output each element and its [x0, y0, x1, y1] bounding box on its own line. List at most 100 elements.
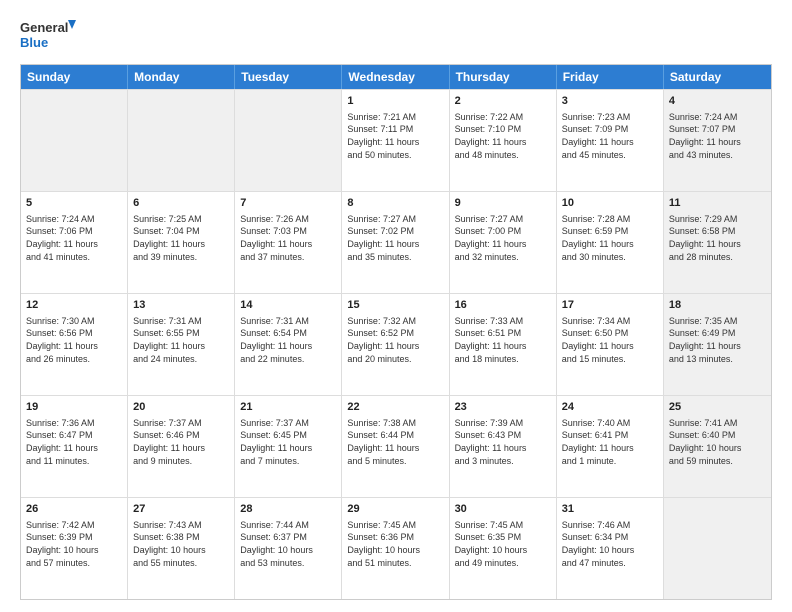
day-cell-empty-0-0	[21, 90, 128, 191]
day-number: 10	[562, 196, 658, 211]
day-info: Sunrise: 7:31 AM Sunset: 6:54 PM Dayligh…	[240, 315, 336, 365]
calendar-week-2: 5 Sunrise: 7:24 AM Sunset: 7:06 PM Daylig…	[21, 191, 771, 293]
day-info: Sunrise: 7:34 AM Sunset: 6:50 PM Dayligh…	[562, 315, 658, 365]
day-cell-13: 13 Sunrise: 7:31 AM Sunset: 6:55 PM Dayli…	[128, 294, 235, 395]
day-cell-19: 19 Sunrise: 7:36 AM Sunset: 6:47 PM Dayli…	[21, 396, 128, 497]
calendar-body: 1 Sunrise: 7:21 AM Sunset: 7:11 PM Daylig…	[21, 89, 771, 599]
calendar-week-4: 19 Sunrise: 7:36 AM Sunset: 6:47 PM Dayli…	[21, 395, 771, 497]
day-info: Sunrise: 7:37 AM Sunset: 6:46 PM Dayligh…	[133, 417, 229, 467]
logo: General Blue	[20, 16, 76, 54]
day-cell-24: 24Sunrise: 7:40 AM Sunset: 6:41 PM Dayli…	[557, 396, 664, 497]
day-info: Sunrise: 7:36 AM Sunset: 6:47 PM Dayligh…	[26, 417, 122, 467]
day-cell-4: 4 Sunrise: 7:24 AM Sunset: 7:07 PM Daylig…	[664, 90, 771, 191]
day-number: 31	[562, 502, 658, 517]
day-cell-7: 7 Sunrise: 7:26 AM Sunset: 7:03 PM Daylig…	[235, 192, 342, 293]
day-info: Sunrise: 7:41 AM Sunset: 6:40 PM Dayligh…	[669, 417, 766, 467]
day-info: Sunrise: 7:35 AM Sunset: 6:49 PM Dayligh…	[669, 315, 766, 365]
day-cell-26: 26 Sunrise: 7:42 AM Sunset: 6:39 PM Dayli…	[21, 498, 128, 599]
day-number: 5	[26, 196, 122, 211]
day-cell-5: 5 Sunrise: 7:24 AM Sunset: 7:06 PM Daylig…	[21, 192, 128, 293]
day-number: 23	[455, 400, 551, 415]
day-cell-16: 16 Sunrise: 7:33 AM Sunset: 6:51 PM Dayli…	[450, 294, 557, 395]
day-info: Sunrise: 7:24 AM Sunset: 7:06 PM Dayligh…	[26, 213, 122, 263]
day-number: 8	[347, 196, 443, 211]
day-cell-3: 3 Sunrise: 7:23 AM Sunset: 7:09 PM Daylig…	[557, 90, 664, 191]
calendar-week-5: 26 Sunrise: 7:42 AM Sunset: 6:39 PM Dayli…	[21, 497, 771, 599]
day-cell-29: 29 Sunrise: 7:45 AM Sunset: 6:36 PM Dayli…	[342, 498, 449, 599]
day-number: 12	[26, 298, 122, 313]
day-cell-9: 9 Sunrise: 7:27 AM Sunset: 7:00 PM Daylig…	[450, 192, 557, 293]
day-info: Sunrise: 7:21 AM Sunset: 7:11 PM Dayligh…	[347, 111, 443, 161]
day-cell-8: 8Sunrise: 7:27 AM Sunset: 7:02 PM Daylig…	[342, 192, 449, 293]
day-number: 22	[347, 400, 443, 415]
day-info: Sunrise: 7:25 AM Sunset: 7:04 PM Dayligh…	[133, 213, 229, 263]
day-info: Sunrise: 7:45 AM Sunset: 6:35 PM Dayligh…	[455, 519, 551, 569]
day-info: Sunrise: 7:39 AM Sunset: 6:43 PM Dayligh…	[455, 417, 551, 467]
day-number: 20	[133, 400, 229, 415]
day-cell-23: 23 Sunrise: 7:39 AM Sunset: 6:43 PM Dayli…	[450, 396, 557, 497]
day-info: Sunrise: 7:33 AM Sunset: 6:51 PM Dayligh…	[455, 315, 551, 365]
day-number: 4	[669, 94, 766, 109]
day-cell-30: 30 Sunrise: 7:45 AM Sunset: 6:35 PM Dayli…	[450, 498, 557, 599]
cal-header-monday: Monday	[128, 65, 235, 89]
day-cell-14: 14 Sunrise: 7:31 AM Sunset: 6:54 PM Dayli…	[235, 294, 342, 395]
day-cell-31: 31 Sunrise: 7:46 AM Sunset: 6:34 PM Dayli…	[557, 498, 664, 599]
day-info: Sunrise: 7:32 AM Sunset: 6:52 PM Dayligh…	[347, 315, 443, 365]
day-number: 19	[26, 400, 122, 415]
day-info: Sunrise: 7:42 AM Sunset: 6:39 PM Dayligh…	[26, 519, 122, 569]
day-number: 2	[455, 94, 551, 109]
day-number: 1	[347, 94, 443, 109]
cal-header-thursday: Thursday	[450, 65, 557, 89]
calendar-week-1: 1 Sunrise: 7:21 AM Sunset: 7:11 PM Daylig…	[21, 89, 771, 191]
day-info: Sunrise: 7:26 AM Sunset: 7:03 PM Dayligh…	[240, 213, 336, 263]
day-number: 25	[669, 400, 766, 415]
cal-header-friday: Friday	[557, 65, 664, 89]
day-cell-18: 18 Sunrise: 7:35 AM Sunset: 6:49 PM Dayli…	[664, 294, 771, 395]
day-number: 30	[455, 502, 551, 517]
day-number: 18	[669, 298, 766, 313]
day-cell-27: 27Sunrise: 7:43 AM Sunset: 6:38 PM Dayli…	[128, 498, 235, 599]
logo-svg: General Blue	[20, 16, 76, 54]
day-number: 13	[133, 298, 229, 313]
svg-text:General: General	[20, 20, 68, 35]
day-cell-12: 12 Sunrise: 7:30 AM Sunset: 6:56 PM Dayli…	[21, 294, 128, 395]
day-info: Sunrise: 7:38 AM Sunset: 6:44 PM Dayligh…	[347, 417, 443, 467]
day-info: Sunrise: 7:30 AM Sunset: 6:56 PM Dayligh…	[26, 315, 122, 365]
day-number: 7	[240, 196, 336, 211]
day-info: Sunrise: 7:37 AM Sunset: 6:45 PM Dayligh…	[240, 417, 336, 467]
day-cell-22: 22 Sunrise: 7:38 AM Sunset: 6:44 PM Dayli…	[342, 396, 449, 497]
day-number: 29	[347, 502, 443, 517]
calendar-header-row: SundayMondayTuesdayWednesdayThursdayFrid…	[21, 65, 771, 89]
calendar: SundayMondayTuesdayWednesdayThursdayFrid…	[20, 64, 772, 600]
day-cell-20: 20 Sunrise: 7:37 AM Sunset: 6:46 PM Dayli…	[128, 396, 235, 497]
day-number: 14	[240, 298, 336, 313]
day-info: Sunrise: 7:22 AM Sunset: 7:10 PM Dayligh…	[455, 111, 551, 161]
day-number: 11	[669, 196, 766, 211]
cal-header-sunday: Sunday	[21, 65, 128, 89]
day-number: 3	[562, 94, 658, 109]
day-cell-6: 6 Sunrise: 7:25 AM Sunset: 7:04 PM Daylig…	[128, 192, 235, 293]
day-info: Sunrise: 7:45 AM Sunset: 6:36 PM Dayligh…	[347, 519, 443, 569]
day-number: 27	[133, 502, 229, 517]
day-number: 16	[455, 298, 551, 313]
day-info: Sunrise: 7:28 AM Sunset: 6:59 PM Dayligh…	[562, 213, 658, 263]
day-number: 6	[133, 196, 229, 211]
day-info: Sunrise: 7:31 AM Sunset: 6:55 PM Dayligh…	[133, 315, 229, 365]
day-info: Sunrise: 7:23 AM Sunset: 7:09 PM Dayligh…	[562, 111, 658, 161]
day-info: Sunrise: 7:46 AM Sunset: 6:34 PM Dayligh…	[562, 519, 658, 569]
page-header: General Blue	[20, 16, 772, 54]
day-cell-empty-0-1	[128, 90, 235, 191]
day-number: 26	[26, 502, 122, 517]
day-info: Sunrise: 7:27 AM Sunset: 7:00 PM Dayligh…	[455, 213, 551, 263]
calendar-week-3: 12 Sunrise: 7:30 AM Sunset: 6:56 PM Dayli…	[21, 293, 771, 395]
day-cell-empty-4-6	[664, 498, 771, 599]
day-cell-11: 11Sunrise: 7:29 AM Sunset: 6:58 PM Dayli…	[664, 192, 771, 293]
day-cell-28: 28Sunrise: 7:44 AM Sunset: 6:37 PM Dayli…	[235, 498, 342, 599]
day-info: Sunrise: 7:24 AM Sunset: 7:07 PM Dayligh…	[669, 111, 766, 161]
cal-header-wednesday: Wednesday	[342, 65, 449, 89]
day-number: 28	[240, 502, 336, 517]
day-number: 9	[455, 196, 551, 211]
day-cell-17: 17Sunrise: 7:34 AM Sunset: 6:50 PM Dayli…	[557, 294, 664, 395]
cal-header-saturday: Saturday	[664, 65, 771, 89]
day-cell-21: 21Sunrise: 7:37 AM Sunset: 6:45 PM Dayli…	[235, 396, 342, 497]
